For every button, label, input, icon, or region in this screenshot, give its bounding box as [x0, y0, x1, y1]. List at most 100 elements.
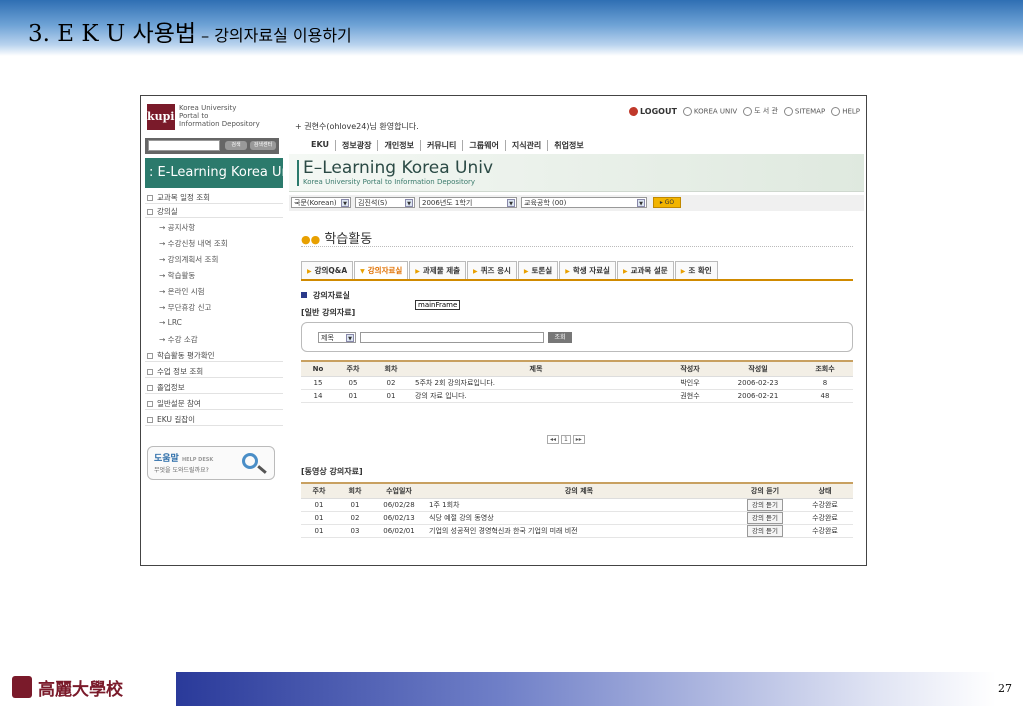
next-page-icon[interactable]: ▸▸	[572, 435, 585, 444]
sidebar-item-classroom[interactable]: 강의실	[145, 206, 283, 218]
tab-label: 조 확인	[688, 266, 712, 275]
sidebar-item-label: 강의실	[157, 207, 178, 216]
user-select[interactable]: 김진석(S) ▼	[355, 197, 415, 208]
footer-university-name: 高麗大學校	[38, 680, 123, 700]
logout-icon	[628, 106, 638, 116]
sidebar-sub-online-exam[interactable]: → 온라인 시험	[159, 286, 205, 297]
tab-group-check[interactable]: ▶ 조 확인	[674, 261, 718, 279]
col-session: 회차	[371, 360, 411, 377]
col-title: 제목	[411, 360, 661, 377]
search-field-select[interactable]: 제목 ▼	[318, 332, 356, 343]
tab-lecture-materials[interactable]: ▼ 강의자료실	[354, 261, 409, 279]
university-seal-icon	[12, 676, 32, 698]
slide-title-sub: – 강의자료실 이용하기	[196, 26, 352, 45]
cell-status: 수강완료	[797, 524, 853, 538]
keyword-input[interactable]	[360, 332, 544, 343]
tab-lecture-qa[interactable]: ▶ 강의Q&A	[301, 261, 354, 279]
cell-title-link[interactable]: 5주차 2회 강의자료입니다.	[411, 376, 661, 390]
sidebar-item-activity-eval[interactable]: 학습활동 평가확인	[145, 350, 283, 362]
menu-item-groupware[interactable]: 그룹웨어	[469, 140, 506, 151]
portal-search-input[interactable]	[148, 140, 220, 151]
sidebar-sub-activity[interactable]: → 학습활동	[159, 270, 195, 281]
lookup-button[interactable]: 조회	[548, 332, 572, 343]
general-materials-heading: [일반 강의자료]	[301, 308, 356, 317]
kupid-logo[interactable]: kupid Korea University Portal to Informa…	[147, 104, 281, 132]
cell-week: 05	[335, 376, 371, 390]
prev-page-icon[interactable]: ◂◂	[547, 435, 560, 444]
table-row: 01 03 06/02/01 기업의 성공적인 경영혁신과 한국 기업의 미래 …	[301, 524, 853, 538]
tab-assignment[interactable]: ▶ 과제물 제출	[409, 261, 467, 279]
search-center-button[interactable]: 검색센터	[250, 141, 276, 150]
sidebar-item-eku-guide[interactable]: EKU 길잡이	[145, 414, 283, 426]
sidebar-sub-lrc[interactable]: → LRC	[159, 318, 182, 327]
question-icon	[831, 106, 841, 116]
chevron-down-icon: ▼	[507, 199, 515, 207]
top-menu: EKU 정보광장 개인정보 커뮤니티 그룹웨어 지식관리 취업정보	[311, 140, 590, 151]
cell-class-date: 06/02/13	[373, 511, 425, 525]
sitemap-link[interactable]: SITEMAP	[783, 106, 825, 116]
table-row[interactable]: 14 01 01 강의 자료 입니다. 권현수 2006-02-21 48	[301, 389, 853, 403]
go-button[interactable]: ▸ GO	[653, 197, 681, 208]
sidebar-item-label: 학습활동 평가확인	[157, 351, 215, 360]
square-bullet-icon	[301, 292, 307, 298]
sidebar-item-class-info[interactable]: 수업 정보 조회	[145, 366, 283, 378]
menu-item-community[interactable]: 커뮤니티	[427, 140, 464, 151]
sidebar-sub-review[interactable]: → 수강 소감	[159, 334, 198, 345]
listen-button[interactable]: 강의 듣기	[747, 524, 783, 537]
magnifier-icon	[242, 453, 258, 469]
left-sidebar: : E-Learning Korea Univ 교과목 일정 조회 강의실 → …	[141, 154, 301, 565]
chevron-down-icon: ▼	[405, 199, 413, 207]
cell-lecture-title: 1주 1회차	[425, 498, 733, 512]
library-link[interactable]: 도 서 관	[743, 106, 778, 116]
chevron-down-icon: ▼	[637, 199, 645, 207]
tab-label: 과제물 제출	[422, 266, 461, 275]
col-week: 주차	[301, 482, 337, 499]
main-frame-label: mainFrame	[415, 300, 461, 310]
sidebar-sub-report-cancel[interactable]: → 무단휴강 신고	[159, 302, 211, 313]
semester-select[interactable]: 2006년도 1학기 ▼	[419, 197, 517, 208]
square-icon	[147, 353, 153, 359]
cell-session: 02	[337, 511, 373, 525]
sidebar-item-survey[interactable]: 일반설문 참여	[145, 398, 283, 410]
course-select[interactable]: 교육공학 (00) ▼	[521, 197, 647, 208]
menu-item-knowledge[interactable]: 지식관리	[512, 140, 549, 151]
page-link[interactable]: 1	[560, 435, 571, 444]
help-link[interactable]: HELP	[831, 106, 860, 116]
language-select[interactable]: 국문(Korean) ▼	[291, 197, 351, 208]
sidebar-item-course-schedule[interactable]: 교과목 일정 조회	[145, 192, 283, 204]
menu-item-personal[interactable]: 개인정보	[384, 140, 421, 151]
tabs-underline	[301, 279, 853, 281]
cell-date: 2006-02-23	[719, 376, 797, 390]
page-number: 27	[998, 682, 1012, 695]
korea-univ-link[interactable]: KOREA UNIV	[682, 106, 738, 116]
sidebar-sub-notice[interactable]: → 공지사항	[159, 222, 195, 233]
korea-univ-label: KOREA UNIV	[693, 107, 738, 115]
tab-discussion[interactable]: ▶ 토론실	[517, 261, 559, 279]
user-select-value: 김진석(S)	[358, 199, 388, 207]
sidebar-item-graduation[interactable]: 졸업정보	[145, 382, 283, 394]
logout-link[interactable]: LOGOUT	[628, 106, 677, 116]
listen-button[interactable]: 강의 듣기	[747, 511, 783, 524]
tab-student-materials[interactable]: ▶ 학생 자료실	[559, 261, 616, 279]
listen-button[interactable]: 강의 듣기	[747, 498, 783, 511]
cell-author: 박인우	[661, 376, 719, 390]
help-desk-box[interactable]: 도움말 HELP DESK 무엇을 도와드릴까요?	[147, 446, 275, 480]
tab-quiz[interactable]: ▶ 퀴즈 응시	[467, 261, 517, 279]
col-listen: 강의 듣기	[733, 482, 797, 499]
sidebar-sub-syllabus[interactable]: → 강의계획서 조회	[159, 254, 218, 265]
sidebar-sub-enrollment[interactable]: → 수강신청 내역 조회	[159, 238, 228, 249]
welcome-message: + 권현수(ohlove24)님 환영합니다.	[295, 122, 419, 131]
search-button[interactable]: 검색	[225, 141, 247, 150]
main-content: E–Learning Korea Univ Korea University P…	[289, 154, 864, 565]
cell-views: 48	[797, 389, 853, 403]
table-row[interactable]: 15 05 02 5주차 2회 강의자료입니다. 박인우 2006-02-23 …	[301, 376, 853, 390]
cell-lecture-title: 식당 예절 강의 동영상	[425, 511, 733, 525]
slide-title-main: 3. E K U 사용법	[28, 21, 197, 47]
cell-author: 권현수	[661, 389, 719, 403]
menu-item-eku[interactable]: EKU	[311, 140, 337, 151]
cell-title-link[interactable]: 강의 자료 입니다.	[411, 389, 661, 403]
menu-item-info-plaza[interactable]: 정보광장	[342, 140, 379, 151]
tab-course-survey[interactable]: ▶ 교과목 설문	[616, 261, 674, 279]
menu-item-career[interactable]: 취업정보	[554, 140, 589, 151]
tab-label: 토론실	[531, 266, 553, 275]
